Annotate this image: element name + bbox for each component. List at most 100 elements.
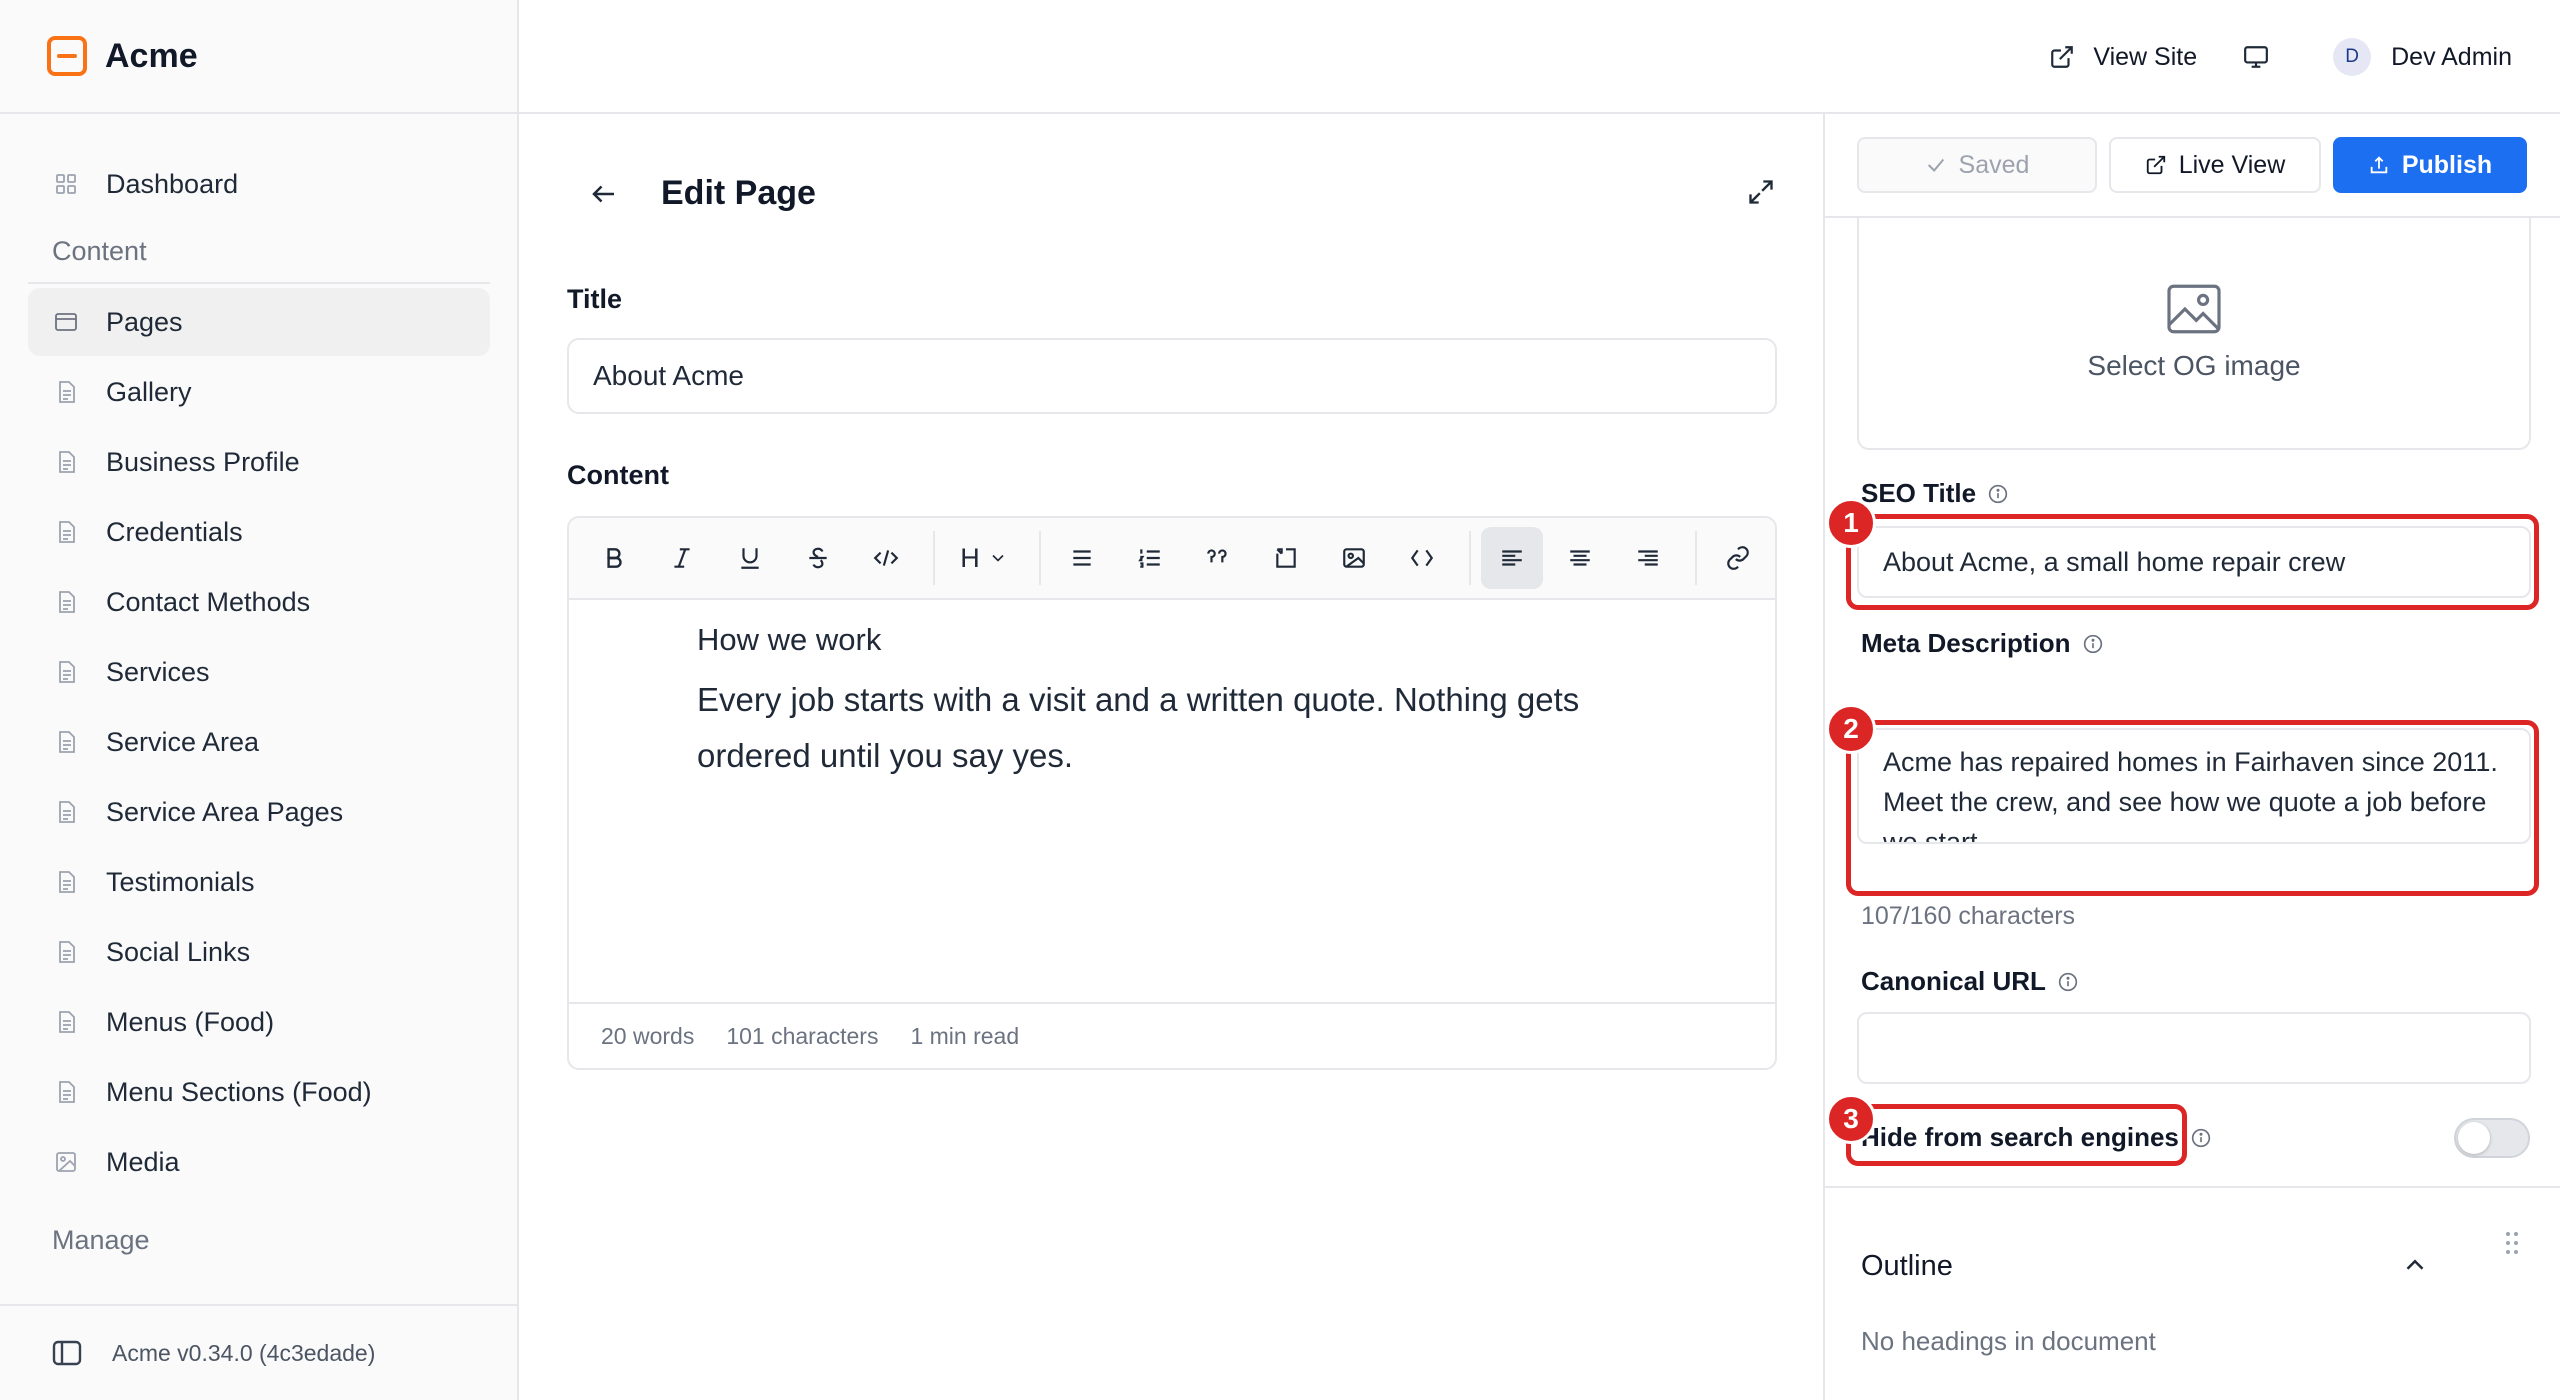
publish-button[interactable]: Publish: [2333, 137, 2527, 193]
bold-button[interactable]: [583, 527, 645, 589]
sidebar-item-label: Social Links: [106, 936, 251, 967]
monitor-icon: [2244, 46, 2269, 68]
sidebar-item-media[interactable]: Media: [28, 1128, 490, 1196]
sidebar-item-service-area-pages[interactable]: Service Area Pages: [28, 778, 490, 846]
sidebar-item-label: Gallery: [106, 376, 192, 407]
bullet-list-button[interactable]: [1051, 527, 1113, 589]
title-input[interactable]: [567, 338, 1777, 414]
info-icon[interactable]: [2058, 972, 2078, 992]
editor-header: Edit Page: [589, 174, 816, 213]
align-center-icon: [1570, 550, 1590, 566]
document-icon: [59, 591, 75, 613]
sidebar-item-pages[interactable]: Pages: [28, 288, 490, 356]
sidebar-item-menu-sections-food[interactable]: Menu Sections (Food): [28, 1058, 490, 1126]
align-right-button[interactable]: [1617, 527, 1679, 589]
heading-dropdown[interactable]: H: [945, 527, 1023, 589]
chevron-down-icon: [992, 554, 1004, 562]
hide-search-label: Hide from search engines: [1861, 1122, 2211, 1153]
code-button[interactable]: [855, 527, 917, 589]
sidebar-item-label: Services: [106, 656, 210, 687]
outline-section: Outline No headings in document: [1825, 1186, 2560, 1398]
rich-text-editor: H How we work Every job starts with a vi…: [567, 516, 1777, 1070]
external-link-icon: [2051, 46, 2074, 68]
annotation-badge: 1: [1826, 498, 1876, 548]
image-icon: [56, 1152, 76, 1172]
quote-icon: [1207, 549, 1227, 563]
hide-search-text: Hide from search engines: [1861, 1122, 2179, 1152]
sidebar-item-dashboard[interactable]: Dashboard: [28, 150, 490, 218]
topbar-actions: View Site D Dev Admin: [2005, 0, 2512, 114]
outline-empty-state: No headings in document: [1861, 1326, 2156, 1356]
align-left-icon: [1502, 550, 1522, 566]
editor-document[interactable]: How we work Every job starts with a visi…: [697, 622, 1647, 784]
device-preview-button[interactable]: [2241, 44, 2289, 70]
brand-name: Acme: [105, 36, 198, 75]
sidebar-item-label: Menu Sections (Food): [106, 1076, 372, 1107]
sidebar-item-menus-food[interactable]: Menus (Food): [28, 988, 490, 1056]
insert-image-button[interactable]: [1323, 527, 1385, 589]
sidebar-item-testimonials[interactable]: Testimonials: [28, 848, 490, 916]
live-view-label: Live View: [2178, 150, 2286, 179]
image-icon: [1343, 548, 1365, 568]
page-break-button[interactable]: [1255, 527, 1317, 589]
meta-description-textarea[interactable]: Acme has repaired homes in Fairhaven sin…: [1857, 728, 2531, 844]
meta-character-count: 107/160 characters: [1861, 902, 2076, 930]
sidebar-item-gallery[interactable]: Gallery: [28, 358, 490, 426]
user-menu[interactable]: D Dev Admin: [2333, 38, 2512, 76]
seo-title-label: SEO Title: [1861, 478, 2008, 509]
align-right-icon: [1638, 550, 1658, 566]
saved-button[interactable]: Saved: [1857, 137, 2097, 193]
canonical-url-label: Canonical URL: [1861, 966, 2078, 997]
sidebar-item-label: Testimonials: [106, 866, 255, 897]
chevron-up-icon[interactable]: [2400, 1250, 2430, 1280]
sidebar-item-social-links[interactable]: Social Links: [28, 918, 490, 986]
sidebar-toggle-icon[interactable]: [52, 1340, 82, 1366]
info-icon[interactable]: [1988, 484, 2008, 504]
strikethrough-button[interactable]: [787, 527, 849, 589]
insert-link-button[interactable]: [1707, 527, 1769, 589]
og-image-picker[interactable]: Select OG image: [1857, 218, 2531, 450]
sidebar-item-services[interactable]: Services: [28, 638, 490, 706]
italic-icon: [674, 548, 690, 568]
align-center-button[interactable]: [1549, 527, 1611, 589]
seo-title-input[interactable]: [1857, 526, 2531, 598]
align-left-button[interactable]: [1481, 527, 1543, 589]
drag-handle-icon[interactable]: [2504, 1230, 2520, 1256]
check-icon: [1927, 158, 1944, 172]
sidebar-item-service-area[interactable]: Service Area: [28, 708, 490, 776]
sidebar-item-label: Dashboard: [106, 168, 239, 199]
underline-button[interactable]: [719, 527, 781, 589]
live-view-button[interactable]: Live View: [2109, 137, 2321, 193]
annotation-badge: 3: [1826, 1094, 1876, 1144]
ordered-list-button[interactable]: [1119, 527, 1181, 589]
version-label: Acme v0.34.0 (4c3edade): [112, 1339, 376, 1366]
italic-button[interactable]: [651, 527, 713, 589]
info-icon[interactable]: [2191, 1128, 2211, 1148]
og-image-label: Select OG image: [2087, 350, 2301, 381]
doc-paragraph: Every job starts with a visit and a writ…: [697, 681, 1580, 774]
read-time: 1 min read: [910, 1022, 1020, 1049]
sidebar-item-label: Business Profile: [106, 446, 300, 477]
content-label: Content: [567, 460, 669, 490]
blockquote-button[interactable]: [1187, 527, 1249, 589]
view-site-label: View Site: [2093, 42, 2198, 71]
canonical-url-input[interactable]: [1857, 1012, 2531, 1084]
sidebar-item-credentials[interactable]: Credentials: [28, 498, 490, 566]
sidebar-item-contact-methods[interactable]: Contact Methods: [28, 568, 490, 636]
sidebar-item-label: Service Area Pages: [106, 796, 344, 827]
saved-label: Saved: [1958, 150, 2030, 179]
document-icon: [59, 451, 75, 473]
hide-from-search-toggle[interactable]: [2454, 1118, 2530, 1158]
document-icon: [59, 1081, 75, 1103]
sidebar-item-business-profile[interactable]: Business Profile: [28, 428, 490, 496]
expand-icon[interactable]: [1747, 178, 1775, 206]
external-link-icon: [2146, 155, 2165, 175]
brand[interactable]: Acme: [0, 0, 517, 114]
info-icon[interactable]: [2083, 634, 2103, 654]
embed-code-button[interactable]: [1391, 527, 1453, 589]
word-count: 20 words: [601, 1022, 695, 1049]
toolbar-divider: [933, 531, 935, 585]
back-arrow-icon[interactable]: [589, 179, 619, 209]
view-site-link[interactable]: View Site: [2049, 43, 2197, 72]
document-icon: [59, 941, 75, 963]
